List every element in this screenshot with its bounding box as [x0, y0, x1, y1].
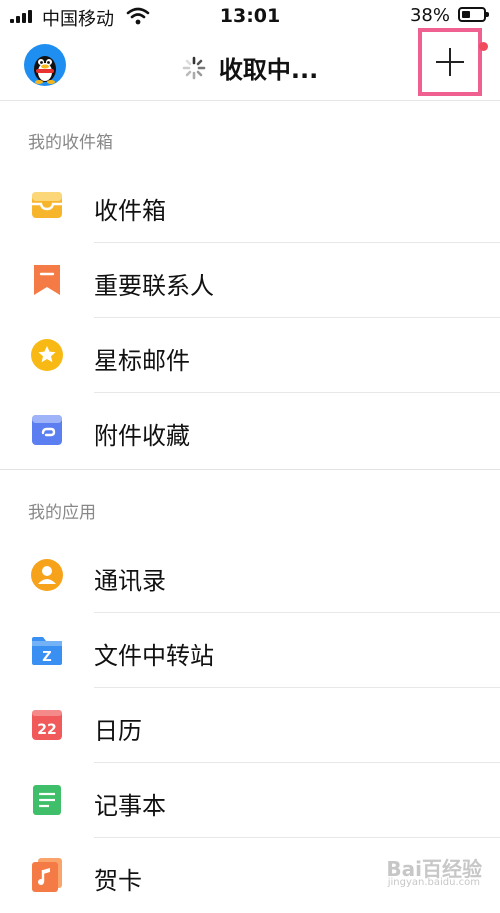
- loading-spinner-icon: [182, 56, 206, 79]
- page-title: 收取中...: [218, 56, 319, 84]
- list-item-contacts[interactable]: 通讯录: [0, 538, 500, 613]
- folder-z-icon: Z: [32, 637, 62, 665]
- list-item-label: 附件收藏: [94, 422, 190, 450]
- battery-icon: [458, 7, 489, 22]
- inbox-tray-icon: [32, 192, 62, 218]
- section-title-apps: 我的应用: [28, 503, 96, 523]
- notebook-icon: [33, 785, 61, 815]
- list-item-label: 重要联系人: [94, 272, 214, 300]
- list-item-calendar[interactable]: 22 日历: [0, 688, 500, 763]
- list-item-label: 贺卡: [94, 867, 142, 895]
- list-item-notebook[interactable]: 记事本: [0, 763, 500, 838]
- svg-text:22: 22: [37, 722, 56, 738]
- battery-percent: 38%: [409, 5, 450, 26]
- list-item-inbox[interactable]: 收件箱: [0, 168, 500, 243]
- list-item-label: 收件箱: [94, 197, 166, 225]
- svg-text:Z: Z: [42, 650, 51, 665]
- header-bar: 收取中...: [0, 28, 500, 101]
- section-title-inbox: 我的收件箱: [28, 133, 113, 153]
- attachment-icon: [32, 415, 62, 445]
- list-item-attachment-favorites[interactable]: 附件收藏: [0, 393, 500, 468]
- list-item-label: 记事本: [94, 792, 166, 820]
- bookmark-icon: [34, 265, 60, 295]
- section-divider: [0, 469, 500, 470]
- list-item-label: 文件中转站: [94, 642, 214, 670]
- contacts-icon: [31, 559, 63, 591]
- list-item-label: 星标邮件: [94, 347, 190, 375]
- list-item-important-contacts[interactable]: 重要联系人: [0, 243, 500, 318]
- notification-dot: [479, 42, 488, 51]
- list-item-starred-mail[interactable]: 星标邮件: [0, 318, 500, 393]
- list-item-file-transfer[interactable]: Z 文件中转站: [0, 613, 500, 688]
- calendar-icon: 22: [32, 710, 62, 740]
- plus-icon[interactable]: [436, 48, 464, 76]
- list-item-label: 通讯录: [94, 567, 166, 595]
- star-icon: [31, 339, 63, 371]
- watermark-url: jingyan.baidu.com: [387, 877, 480, 888]
- list-item-label: 日历: [94, 717, 142, 745]
- add-button-highlight: [418, 28, 488, 96]
- battery-fill: [462, 11, 470, 18]
- music-card-icon: [32, 858, 62, 892]
